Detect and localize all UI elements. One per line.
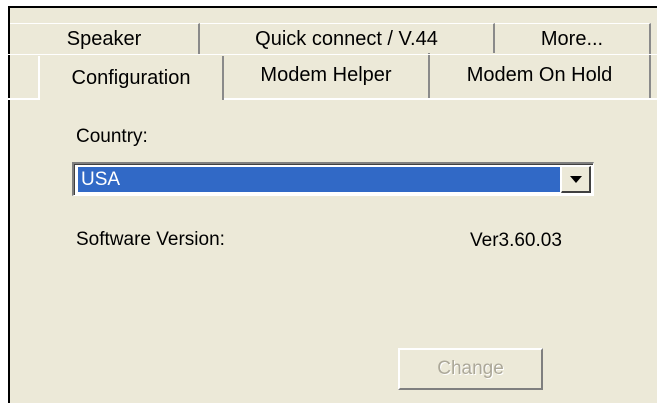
change-button[interactable]: Change xyxy=(398,348,543,390)
tab-row-separator xyxy=(8,54,657,55)
tab-more[interactable]: More... xyxy=(495,23,651,54)
country-selected-value: USA xyxy=(78,167,560,192)
dropdown-button[interactable] xyxy=(561,166,591,193)
tab-configuration[interactable]: Configuration xyxy=(38,56,224,100)
tab-speaker[interactable]: Speaker xyxy=(10,23,200,54)
tab-modem-on-hold[interactable]: Modem On Hold xyxy=(430,53,651,98)
country-label: Country: xyxy=(76,126,148,147)
software-version-value: Ver3.60.03 xyxy=(470,230,562,251)
chevron-down-icon xyxy=(570,176,582,183)
tab-quick-connect-v44[interactable]: Quick connect / V.44 xyxy=(200,23,495,54)
country-dropdown[interactable]: USA xyxy=(72,162,594,196)
tab-modem-helper[interactable]: Modem Helper xyxy=(224,53,430,98)
software-version-label: Software Version: xyxy=(76,229,225,250)
